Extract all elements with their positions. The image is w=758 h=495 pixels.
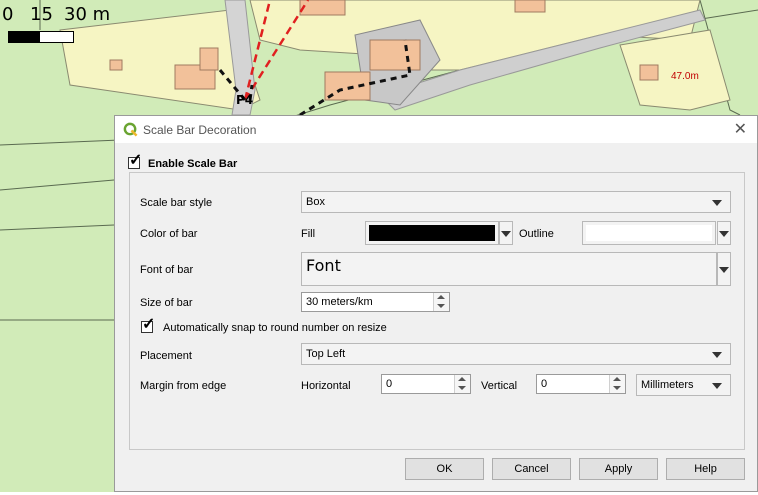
chevron-down-icon [719, 231, 729, 237]
fill-color-dropdown[interactable] [499, 221, 513, 245]
units-combobox[interactable]: Millimeters [636, 374, 731, 396]
outline-color-swatch [586, 225, 712, 241]
chevron-down-icon [712, 200, 722, 206]
outline-color-dropdown[interactable] [717, 221, 731, 245]
close-icon[interactable]: ✕ [734, 119, 747, 139]
enable-scale-bar-label: Enable Scale Bar [148, 158, 238, 170]
horizontal-label: Horizontal [301, 380, 351, 392]
snap-label: Automatically snap to round number on re… [163, 322, 387, 334]
size-spinner-buttons[interactable] [433, 293, 449, 311]
outline-label: Outline [519, 228, 554, 240]
placement-value: Top Left [306, 348, 346, 360]
scale-tick-0: 0 [2, 4, 14, 25]
style-value: Box [306, 196, 325, 208]
chevron-down-icon [501, 231, 511, 237]
arrow-down-icon [437, 304, 445, 308]
size-label: Size of bar [140, 297, 193, 309]
qgis-logo-icon [123, 122, 138, 137]
arrow-up-icon [613, 377, 621, 381]
font-button[interactable]: Font [301, 252, 717, 286]
vertical-spinbox[interactable]: 0 [536, 374, 626, 394]
size-value: 30 meters/km [306, 296, 373, 308]
vertical-spinner-buttons[interactable] [609, 375, 625, 393]
style-label: Scale bar style [140, 197, 213, 209]
scale-bar-dialog: Scale Bar Decoration ✕ ✓ Enable Scale Ba… [114, 115, 758, 492]
units-value: Millimeters [641, 379, 694, 391]
dialog-titlebar[interactable]: Scale Bar Decoration ✕ [115, 116, 757, 143]
enable-scale-bar-checkbox[interactable]: ✓ [128, 153, 142, 169]
arrow-down-icon [458, 386, 466, 390]
horizontal-spinbox[interactable]: 0 [381, 374, 471, 394]
color-label: Color of bar [140, 228, 198, 240]
scale-bar-graphic [8, 31, 74, 43]
size-spinbox[interactable]: 30 meters/km [301, 292, 450, 312]
horizontal-value: 0 [386, 378, 393, 390]
scale-tick-15: 15 [30, 4, 53, 25]
fill-color-swatch [369, 225, 495, 241]
font-label: Font of bar [140, 264, 194, 276]
dialog-title: Scale Bar Decoration [143, 123, 257, 137]
font-dropdown[interactable] [717, 252, 731, 286]
outline-color-button[interactable] [582, 221, 716, 245]
svg-text:P4: P4 [236, 93, 253, 107]
cancel-button[interactable]: Cancel [492, 458, 571, 480]
checkmark-icon: ✓ [129, 152, 143, 169]
margin-label: Margin from edge [140, 380, 227, 392]
vertical-value: 0 [541, 378, 548, 390]
chevron-down-icon [712, 352, 722, 358]
snap-checkbox[interactable]: ✓ [141, 317, 155, 333]
fill-label: Fill [301, 228, 316, 240]
arrow-up-icon [458, 377, 466, 381]
arrow-down-icon [613, 386, 621, 390]
help-button[interactable]: Help [666, 458, 745, 480]
scale-tick-30: 30 m [64, 4, 111, 25]
elevation-label: 47.0m [671, 71, 699, 82]
placement-combobox[interactable]: Top Left [301, 343, 731, 365]
horizontal-spinner-buttons[interactable] [454, 375, 470, 393]
ok-button[interactable]: OK [405, 458, 484, 480]
placement-label: Placement [140, 350, 192, 362]
chevron-down-icon [719, 267, 729, 273]
style-combobox[interactable]: Box [301, 191, 731, 213]
vertical-label: Vertical [481, 380, 518, 392]
apply-button[interactable]: Apply [579, 458, 658, 480]
checkmark-icon: ✓ [142, 316, 156, 333]
arrow-up-icon [437, 295, 445, 299]
fill-color-button[interactable] [365, 221, 499, 245]
font-button-label: Font [306, 256, 341, 275]
chevron-down-icon [712, 383, 722, 389]
